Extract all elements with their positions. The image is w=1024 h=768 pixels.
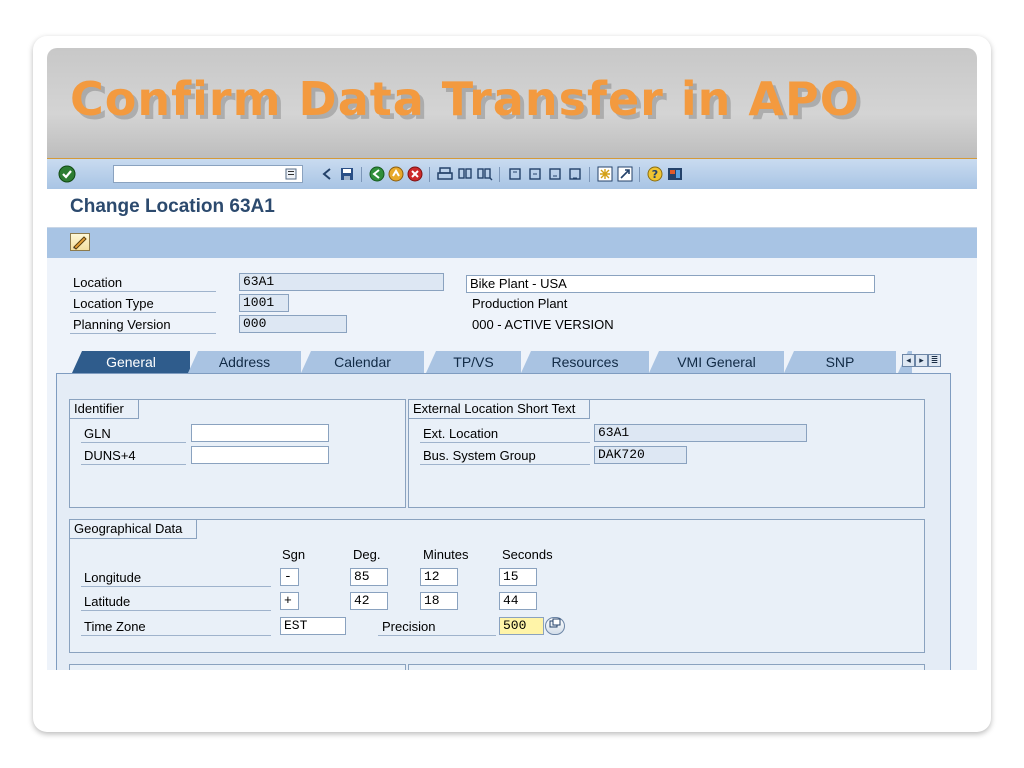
svg-text:?: ?: [652, 168, 658, 181]
time-zone-label-box: Time Zone: [81, 617, 271, 636]
sap-slide: Confirm Data Transfer in APO Confirm Dat…: [47, 48, 977, 670]
tab-tpvs[interactable]: TP/VS: [426, 351, 521, 373]
location-label-box: Location: [70, 273, 216, 292]
slide-title: Confirm Data Transfer in APO: [70, 72, 860, 126]
duns-input[interactable]: [191, 446, 329, 464]
longitude-deg-field[interactable]: 85: [350, 568, 388, 586]
value-help-icon: [549, 618, 561, 628]
gln-label-box: GLN: [81, 424, 186, 443]
latitude-sec-field[interactable]: 44: [499, 592, 537, 610]
tab-list-button[interactable]: ≣: [928, 354, 941, 367]
longitude-sec-field[interactable]: 15: [499, 568, 537, 586]
deg-header: Deg.: [353, 547, 381, 562]
print-icon[interactable]: [437, 166, 453, 182]
location-type-description: Production Plant: [472, 296, 568, 311]
standard-toolbar: ?: [47, 158, 977, 190]
planning-version-label: Planning Version: [73, 317, 171, 332]
create-session-icon[interactable]: [597, 166, 613, 182]
customize-layout-icon[interactable]: [667, 166, 683, 182]
latitude-label: Latitude: [84, 594, 131, 609]
cancel-red-icon[interactable]: [407, 166, 423, 182]
longitude-label: Longitude: [84, 570, 142, 585]
gln-input[interactable]: [191, 424, 329, 442]
tab-vmi-general[interactable]: VMI General: [649, 351, 784, 373]
planning-version-label-box: Planning Version: [70, 315, 216, 334]
minutes-header: Minutes: [423, 547, 469, 562]
location-field[interactable]: 63A1: [239, 273, 444, 291]
tab-strip: General Address Calendar TP/VS Resources…: [72, 351, 952, 373]
edit-pencil-button[interactable]: [70, 233, 90, 251]
duns-label: DUNS+4: [84, 448, 136, 463]
bus-system-group-label: Bus. System Group: [423, 448, 536, 463]
sgn-header: Sgn: [282, 547, 306, 562]
location-type-field[interactable]: 1001: [239, 294, 289, 312]
screen-title: Change Location 63A1: [70, 196, 275, 217]
enter-checkmark-icon[interactable]: [58, 165, 76, 183]
external-location-group: External Location Short Text Ext. Locati…: [408, 399, 925, 508]
exit-yellow-icon[interactable]: [388, 166, 404, 182]
precision-value-help-button[interactable]: [545, 617, 565, 635]
precision-label: Precision: [382, 619, 436, 634]
back-arrow-icon[interactable]: [319, 166, 335, 182]
external-location-group-title: External Location Short Text: [409, 400, 591, 419]
planning-version-description: 000 - ACTIVE VERSION: [472, 317, 614, 332]
planning-version-field[interactable]: 000: [239, 315, 347, 333]
time-zone-field[interactable]: EST: [280, 617, 346, 635]
location-type-label: Location Type: [73, 296, 154, 311]
next-page-icon[interactable]: [547, 166, 563, 182]
geographical-data-group: Geographical Data Sgn Deg. Minutes Secon…: [69, 519, 925, 653]
tab-address[interactable]: Address: [188, 351, 301, 373]
shortcut-icon[interactable]: [617, 166, 633, 182]
command-field[interactable]: [113, 165, 303, 183]
lower-left-group: [69, 664, 406, 670]
latitude-sign-field[interactable]: +: [280, 592, 299, 610]
location-description-field[interactable]: Bike Plant - USA: [466, 275, 875, 293]
general-tab-panel: Identifier GLN DUNS+4 External Location …: [56, 373, 951, 670]
screen-body: Location 63A1 Bike Plant - USA Location …: [47, 258, 977, 670]
slide-title-band: Confirm Data Transfer in APO Confirm Dat…: [47, 48, 977, 158]
ext-location-field[interactable]: 63A1: [594, 424, 807, 442]
find-next-icon[interactable]: [477, 166, 493, 182]
precision-label-box: Precision: [378, 617, 496, 636]
latitude-min-field[interactable]: 18: [420, 592, 458, 610]
help-icon[interactable]: ?: [647, 166, 663, 182]
latitude-deg-field[interactable]: 42: [350, 592, 388, 610]
tab-snp[interactable]: SNP: [784, 351, 896, 373]
identifier-group-title: Identifier: [70, 400, 139, 419]
precision-field[interactable]: 500: [499, 617, 544, 635]
seconds-header: Seconds: [502, 547, 553, 562]
ext-location-label: Ext. Location: [423, 426, 499, 441]
first-page-icon[interactable]: [507, 166, 523, 182]
identifier-group: Identifier GLN DUNS+4: [69, 399, 406, 508]
previous-page-icon[interactable]: [527, 166, 543, 182]
tab-general[interactable]: General: [72, 351, 190, 373]
tab-scroll-left-button[interactable]: ◂: [902, 354, 915, 367]
save-icon[interactable]: [339, 166, 355, 182]
tab-resources[interactable]: Resources: [521, 351, 649, 373]
command-dropdown-icon[interactable]: [285, 168, 297, 180]
gln-label: GLN: [84, 426, 111, 441]
longitude-sign-field[interactable]: -: [280, 568, 299, 586]
ext-location-label-box: Ext. Location: [420, 424, 590, 443]
latitude-label-box: Latitude: [81, 592, 271, 611]
edit-pencil-icon: [73, 236, 87, 250]
tab-calendar[interactable]: Calendar: [301, 351, 424, 373]
lower-right-group: [408, 664, 925, 670]
screen-title-bar: Change Location 63A1: [47, 189, 977, 228]
location-label: Location: [73, 275, 123, 290]
tab-scroll-right-button[interactable]: ▸: [915, 354, 928, 367]
longitude-min-field[interactable]: 12: [420, 568, 458, 586]
duns-label-box: DUNS+4: [81, 446, 186, 465]
application-toolbar: [47, 228, 977, 258]
location-type-label-box: Location Type: [70, 294, 216, 313]
find-icon[interactable]: [457, 166, 473, 182]
back-green-icon[interactable]: [369, 166, 385, 182]
time-zone-label: Time Zone: [84, 619, 146, 634]
geographical-data-group-title: Geographical Data: [70, 520, 198, 539]
longitude-label-box: Longitude: [81, 568, 271, 587]
bus-system-group-field[interactable]: DAK720: [594, 446, 687, 464]
last-page-icon[interactable]: [567, 166, 583, 182]
bus-system-group-label-box: Bus. System Group: [420, 446, 590, 465]
